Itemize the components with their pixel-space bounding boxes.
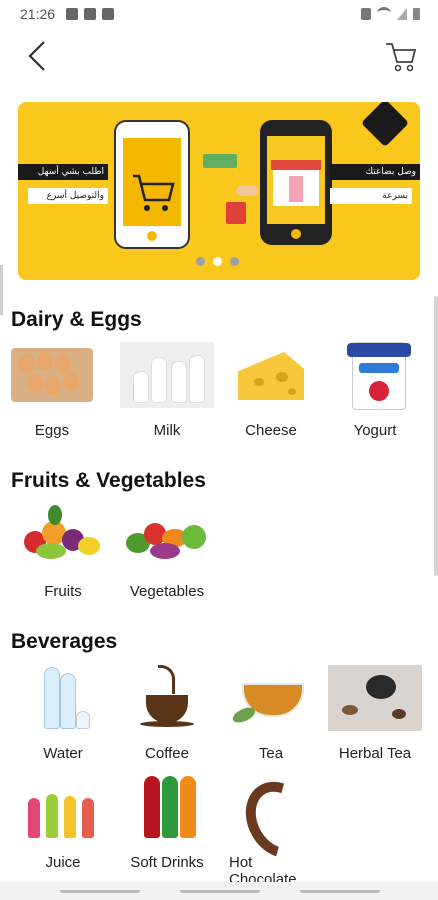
brand-logo-icon <box>360 102 410 148</box>
banner-text: بسرعة <box>330 188 412 204</box>
check-notification-icon <box>102 8 114 20</box>
section-title-beverages: Beverages <box>11 630 118 653</box>
category-tile-fruits[interactable]: Fruits <box>11 503 115 600</box>
cheese-image <box>224 342 318 408</box>
phone-home-button <box>291 229 301 239</box>
water-image <box>16 665 110 731</box>
phone-screen <box>123 138 181 226</box>
cloud-notification-icon <box>84 8 96 20</box>
money-hand-illustration <box>203 154 237 168</box>
yogurt-image <box>328 342 422 410</box>
banner-pagination <box>196 257 239 266</box>
category-label: Soft Drinks <box>130 854 204 871</box>
battery-icon <box>413 8 420 20</box>
pagination-dot[interactable] <box>196 257 205 266</box>
edge-handle[interactable] <box>0 265 3 315</box>
section-title-fruits-vegetables: Fruits & Vegetables <box>11 469 206 492</box>
banner-left-text: اطلب بشي أسهل والتوصيل أسرع <box>18 164 108 212</box>
section-title-dairy-eggs: Dairy & Eggs <box>11 308 142 331</box>
category-tile-soft-drinks[interactable]: Soft Drinks <box>115 774 219 871</box>
category-tile-eggs[interactable]: Eggs <box>0 342 104 439</box>
category-label: Juice <box>45 854 81 871</box>
nav-indicator[interactable] <box>300 890 380 893</box>
phone-illustration <box>260 120 332 245</box>
signal-icon <box>397 8 407 20</box>
soft-drinks-image <box>120 774 214 840</box>
category-tile-hot-chocolate[interactable]: Hot Chocolate <box>219 769 328 888</box>
vegetables-image <box>120 503 214 569</box>
category-label: Herbal Tea <box>338 745 412 762</box>
category-tile-cheese[interactable]: Cheese <box>219 342 323 439</box>
storefront-icon <box>271 160 321 206</box>
chevron-left-icon <box>28 41 45 71</box>
category-label: Vegetables <box>129 583 205 600</box>
notification-icons <box>66 8 114 20</box>
mute-icon <box>361 8 371 20</box>
category-tile-water[interactable]: Water <box>11 665 115 762</box>
pagination-dot-active[interactable] <box>213 257 222 266</box>
category-label: Milk <box>153 422 181 439</box>
system-navigation-bar <box>0 882 438 900</box>
wifi-icon <box>377 7 391 20</box>
status-time: 21:26 <box>20 6 56 22</box>
cart-icon <box>386 43 417 72</box>
banner-text: والتوصيل أسرع <box>28 188 108 204</box>
category-tile-juice[interactable]: Juice <box>11 774 115 871</box>
phone-home-button <box>147 231 157 241</box>
fruits-image <box>16 503 110 569</box>
category-tile-milk[interactable]: Milk <box>115 342 219 439</box>
juice-image <box>16 774 110 840</box>
cart-button[interactable] <box>384 40 418 74</box>
category-label: Water <box>43 745 83 762</box>
nav-indicator[interactable] <box>60 890 140 893</box>
herbal-tea-image <box>328 665 422 731</box>
category-label: Eggs <box>34 422 70 439</box>
category-label: Cheese <box>245 422 297 439</box>
tea-image <box>224 665 318 731</box>
shopping-cart-icon <box>133 174 175 211</box>
scrollbar[interactable] <box>434 296 438 576</box>
system-icons <box>361 7 420 20</box>
back-button[interactable] <box>24 38 56 74</box>
category-label: Coffee <box>145 745 189 762</box>
phone-illustration <box>114 120 190 249</box>
pagination-dot[interactable] <box>230 257 239 266</box>
hot-chocolate-image <box>224 769 328 871</box>
banner-right-text: وصل بضاعتك بسرعة <box>330 164 420 212</box>
banner-text: اطلب بشي أسهل <box>18 164 108 180</box>
category-label: Fruits <box>44 583 82 600</box>
category-tile-coffee[interactable]: Coffee <box>115 665 219 762</box>
category-label: Tea <box>258 745 284 762</box>
category-tile-tea[interactable]: Tea <box>219 665 323 762</box>
banner-text: وصل بضاعتك <box>330 164 420 180</box>
shopping-bag-icon <box>226 202 246 224</box>
phone-screen <box>267 136 325 224</box>
category-tile-yogurt[interactable]: Yogurt <box>323 342 427 439</box>
status-bar: 21:26 <box>0 0 438 30</box>
coffee-image <box>120 665 214 731</box>
category-label: Yogurt <box>353 422 397 439</box>
eggs-image <box>5 342 99 408</box>
promo-banner[interactable]: اطلب بشي أسهل والتوصيل أسرع وصل بضاعتك ب… <box>18 102 420 280</box>
category-tile-vegetables[interactable]: Vegetables <box>115 503 219 600</box>
hand-illustration <box>236 186 258 196</box>
category-tile-herbal-tea[interactable]: Herbal Tea <box>323 665 427 762</box>
image-notification-icon <box>66 8 78 20</box>
nav-indicator[interactable] <box>180 890 260 893</box>
milk-image <box>120 342 214 408</box>
